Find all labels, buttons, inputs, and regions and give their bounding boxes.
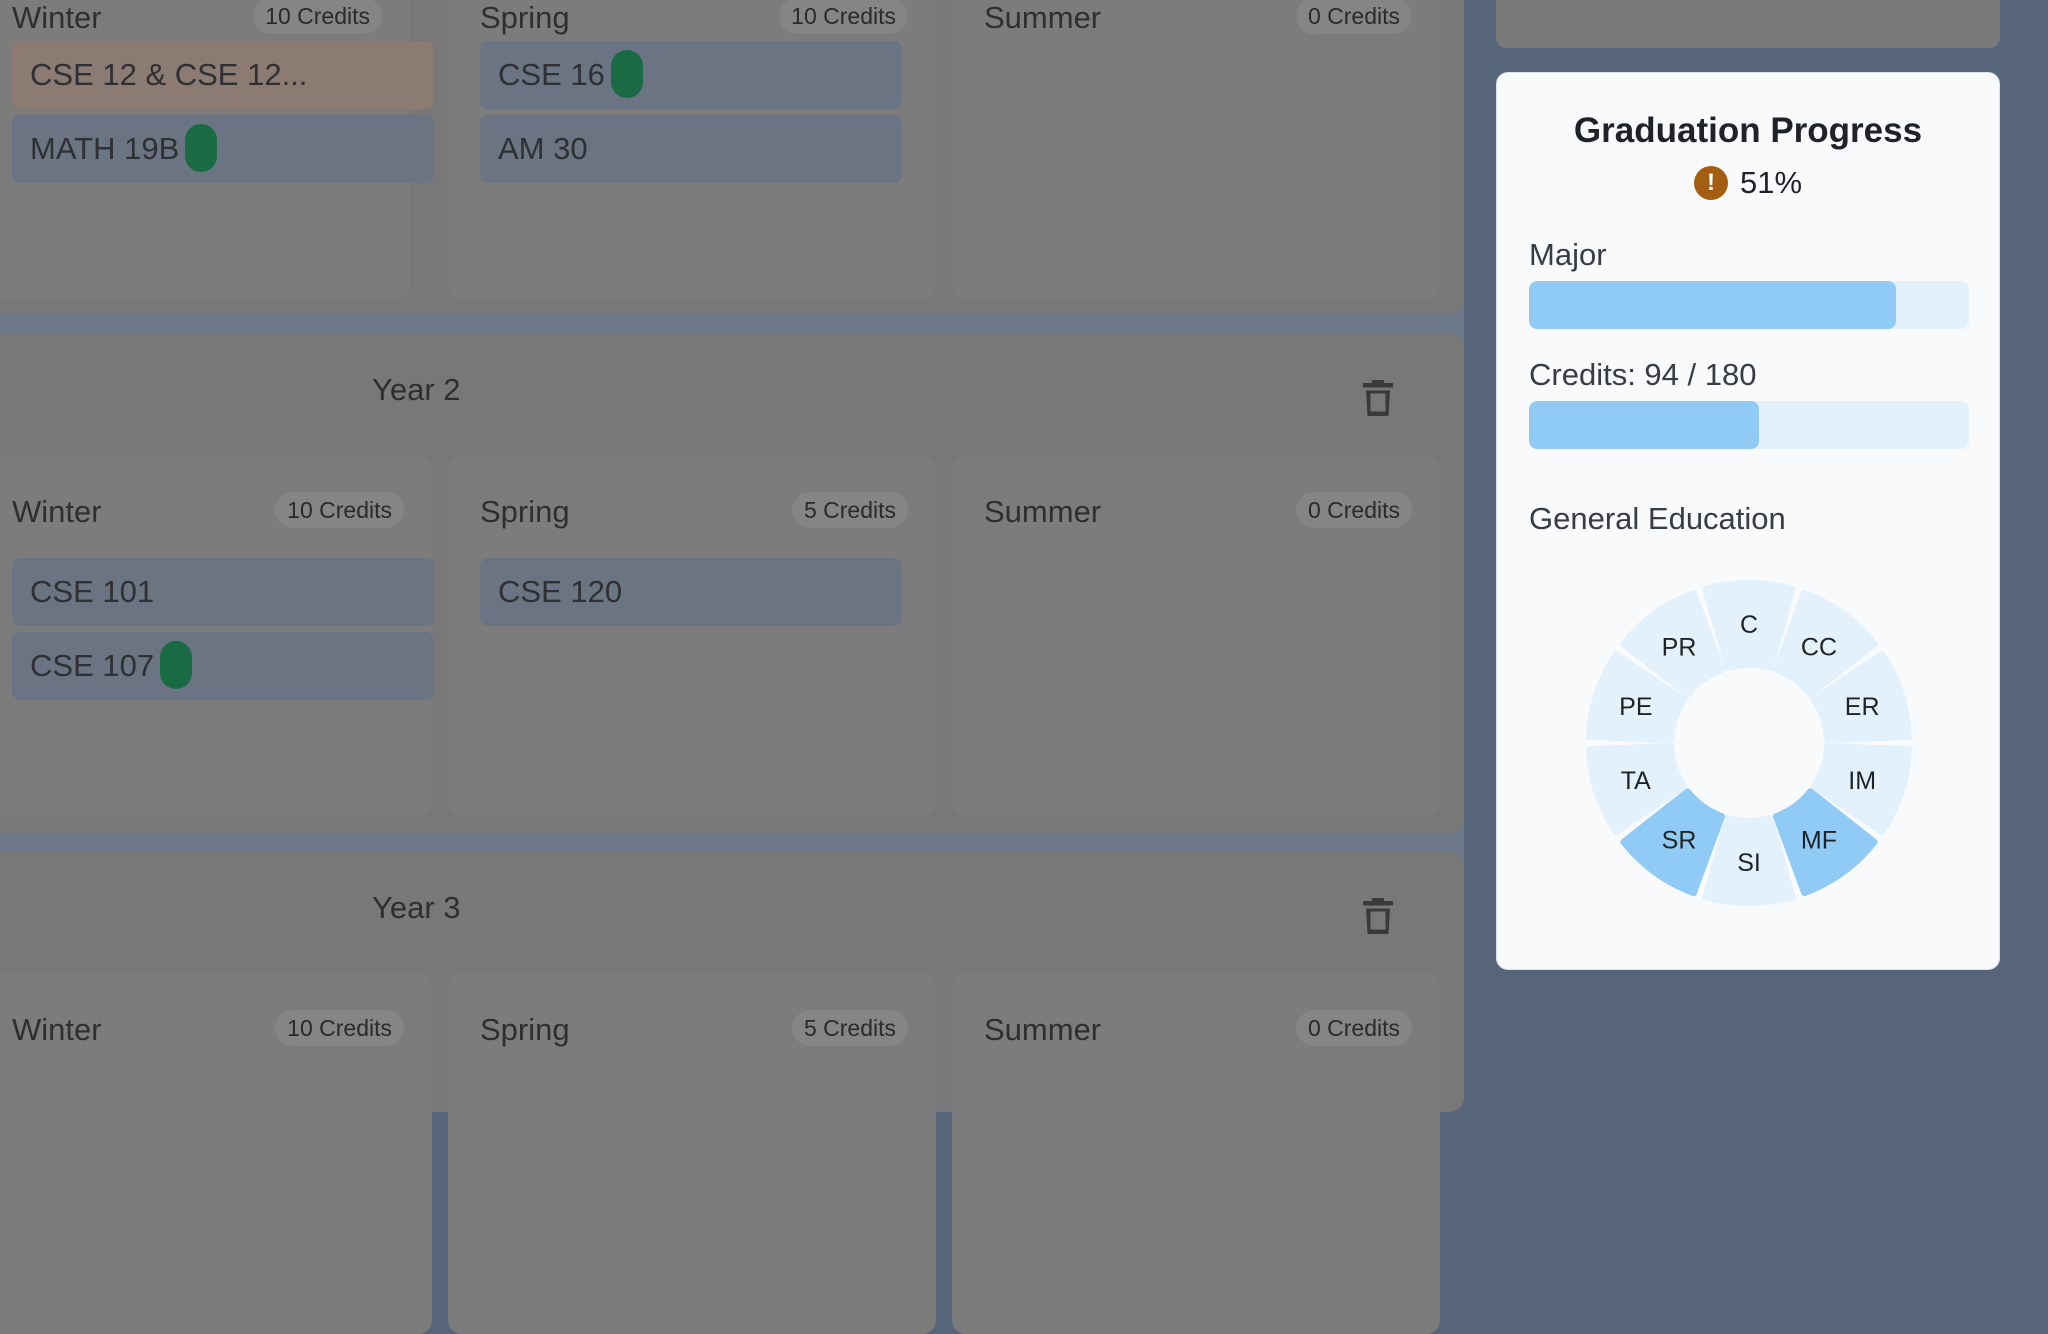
quarter-name: Spring	[480, 0, 570, 35]
ge-segment-label: IM	[1848, 767, 1876, 795]
quarter-winter[interactable]: Winter 10 Credits CSE 12 & CSE 12... MAT…	[0, 0, 434, 300]
course-label: CSE 107	[30, 648, 155, 683]
ge-segment-label: PR	[1662, 634, 1697, 662]
ge-segment-label: TA	[1621, 767, 1651, 795]
year-title: Year 3	[372, 890, 461, 925]
quarter-spring[interactable]: Spring 10 Credits CSE 16 AM 30	[448, 0, 936, 300]
quarter-summer[interactable]: Summer 0 Credits	[952, 456, 1440, 816]
course-label: CSE 16	[498, 57, 605, 92]
quarter-credits-badge: 0 Credits	[1295, 1010, 1412, 1046]
credits-progress-bar	[1529, 401, 1969, 449]
course-card[interactable]: CSE 101	[12, 558, 434, 626]
ge-segment-label: SR	[1662, 826, 1697, 854]
year-card: Winter 10 Credits CSE 12 & CSE 12... MAT…	[0, 0, 1464, 314]
quarter-name: Summer	[984, 0, 1102, 35]
major-progress-bar	[1529, 281, 1969, 329]
quarter-spring[interactable]: Spring 5 Credits CSE 120	[448, 456, 936, 816]
course-label: MATH 19B	[30, 131, 180, 166]
quarter-summer[interactable]: Summer 0 Credits	[952, 974, 1440, 1334]
quarter-credits-badge: 5 Credits	[791, 492, 908, 528]
quarter-credits-badge: 0 Credits	[1295, 492, 1412, 528]
status-badge	[185, 123, 218, 172]
quarter-name: Winter	[12, 494, 102, 529]
credits-progress-fill	[1529, 401, 1759, 449]
trash-icon[interactable]	[1360, 378, 1396, 418]
quarter-winter[interactable]: Winter 10 Credits CSE 101 CSE 107	[0, 456, 434, 816]
ge-segment-label: ER	[1845, 693, 1880, 721]
course-card[interactable]: CSE 120	[480, 558, 902, 626]
quarter-credits-badge: 10 Credits	[275, 1010, 404, 1046]
quarter-name: Winter	[12, 1012, 102, 1047]
ge-wheel: CCCERIMMFSISRTAPEPR	[1586, 580, 1912, 906]
progress-percent-row: ! 51%	[1497, 165, 1999, 201]
planner-area: Winter 10 Credits CSE 12 & CSE 12... MAT…	[0, 0, 1464, 1334]
graduation-progress-panel: Graduation Progress ! 51% Major Credits:…	[1496, 72, 2000, 970]
panel-title: Graduation Progress	[1573, 111, 1923, 150]
ge-label: General Education	[1529, 501, 1786, 536]
year-card: Year 3 Winter 10 Credits Spring 5 Credit…	[0, 852, 1464, 1334]
quarter-winter[interactable]: Winter 10 Credits	[0, 974, 432, 1334]
quarter-name: Winter	[12, 0, 102, 35]
ge-segment-label: PE	[1619, 693, 1652, 721]
course-card[interactable]: MATH 19B	[12, 115, 434, 183]
warning-icon: !	[1693, 166, 1728, 200]
ge-segment-label: MF	[1801, 826, 1837, 854]
course-card[interactable]: CSE 107	[12, 632, 434, 700]
quarter-credits-badge: 5 Credits	[791, 1010, 908, 1046]
quarter-name: Summer	[984, 494, 1102, 529]
course-card[interactable]: CSE 16	[480, 41, 902, 109]
course-card[interactable]: CSE 12 & CSE 12...	[12, 41, 434, 109]
ge-segment-label: SI	[1737, 849, 1761, 877]
status-badge	[610, 49, 643, 98]
progress-percent: 51%	[1739, 165, 1803, 200]
quarter-summer[interactable]: Summer 0 Credits	[952, 0, 1440, 300]
major-progress-fill	[1529, 281, 1897, 329]
course-label: AM 30	[498, 131, 588, 166]
ge-segment-label: CC	[1801, 634, 1837, 662]
trash-icon[interactable]	[1360, 896, 1396, 936]
quarter-name: Summer	[984, 1012, 1102, 1047]
year-title: Year 2	[372, 372, 461, 407]
sidebar-card	[1496, 0, 2000, 48]
quarter-spring[interactable]: Spring 5 Credits	[448, 974, 936, 1334]
quarter-name: Spring	[480, 1012, 570, 1047]
quarter-credits-badge: 10 Credits	[275, 492, 404, 528]
ge-segment-label: C	[1740, 611, 1758, 639]
quarter-name: Spring	[480, 494, 570, 529]
quarter-credits-badge: 10 Credits	[779, 0, 908, 34]
course-label: CSE 120	[498, 574, 623, 609]
status-badge	[160, 640, 193, 689]
course-card[interactable]: AM 30	[480, 115, 902, 183]
course-label: CSE 101	[30, 574, 155, 609]
quarter-credits-badge: 0 Credits	[1295, 0, 1412, 34]
credits-label: Credits: 94 / 180	[1529, 357, 1757, 392]
quarter-credits-badge: 10 Credits	[253, 0, 382, 34]
course-label: CSE 12 & CSE 12...	[30, 57, 308, 92]
major-label: Major	[1529, 237, 1607, 272]
year-card: Year 2 Winter 10 Credits CSE 101 CSE 107…	[0, 334, 1464, 834]
